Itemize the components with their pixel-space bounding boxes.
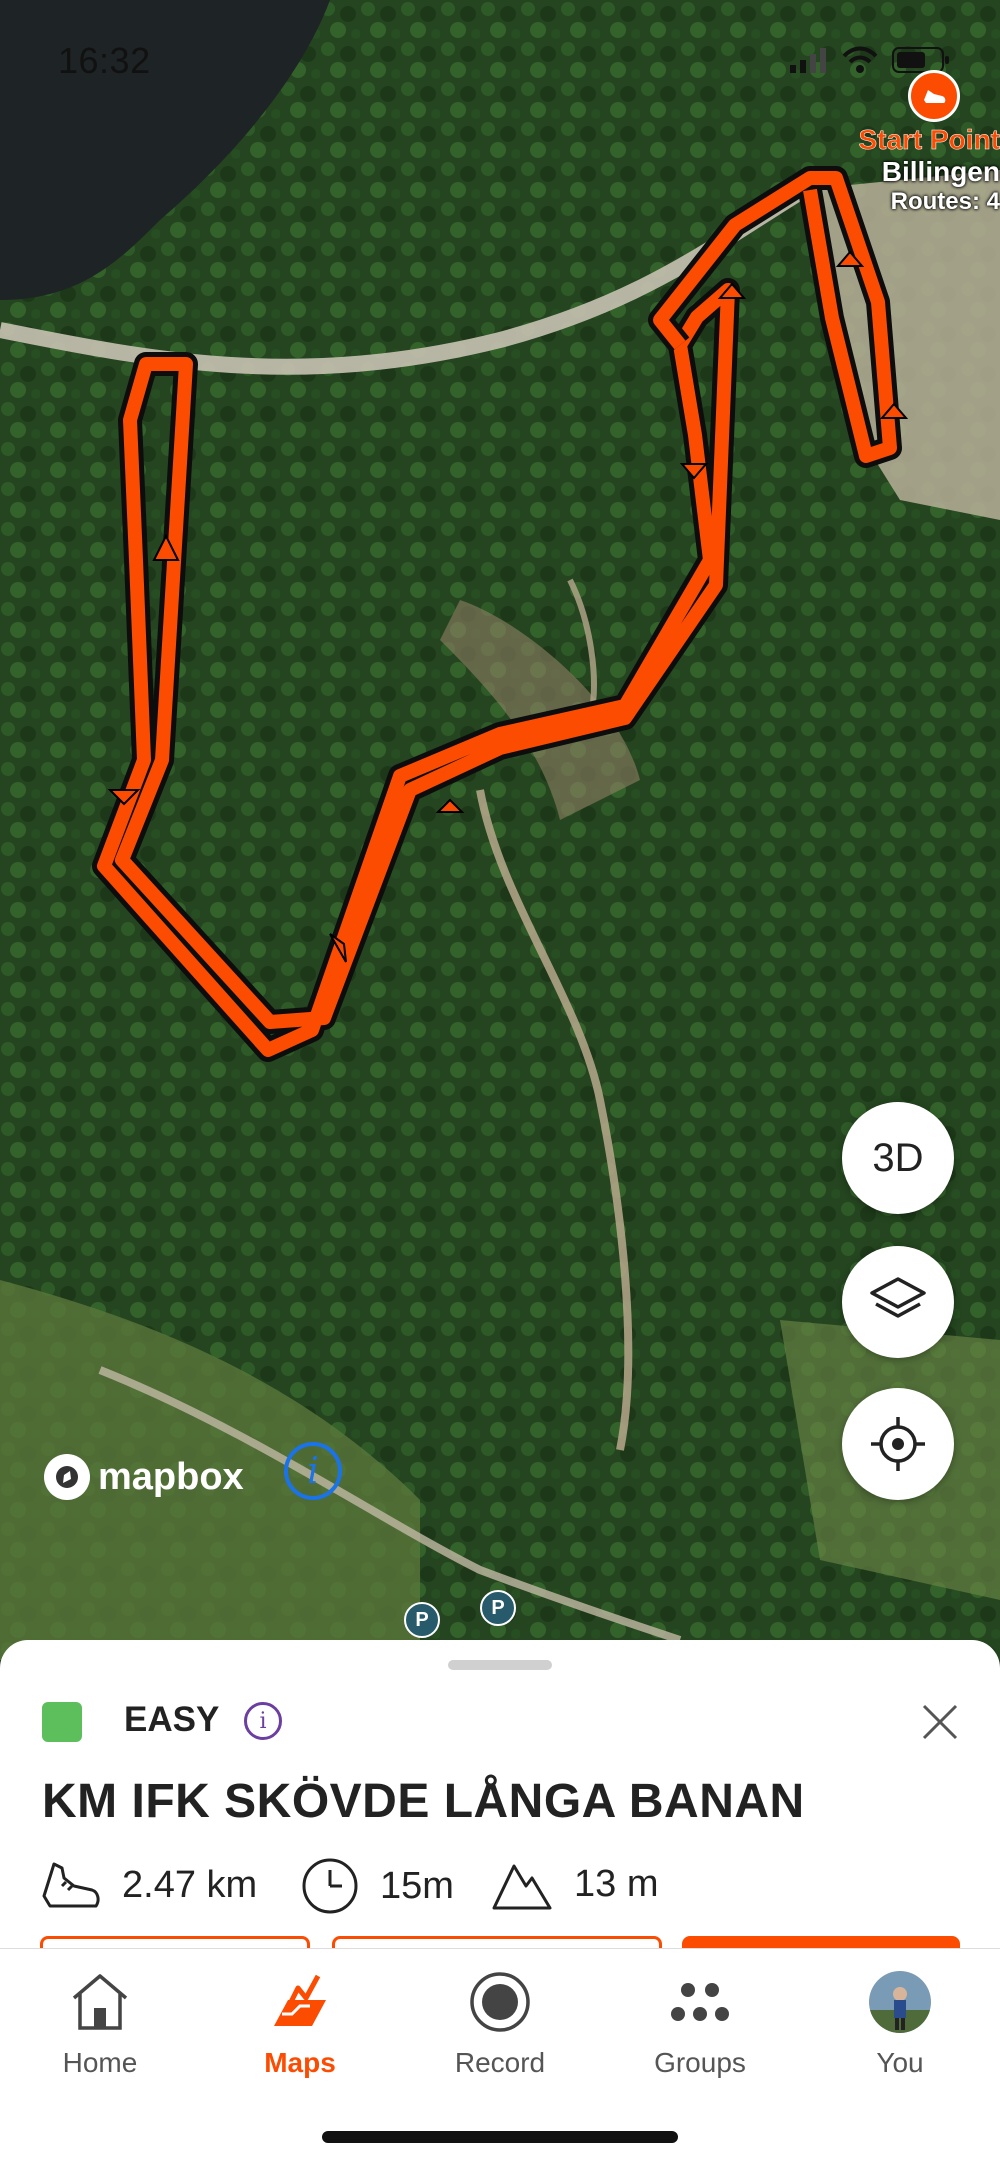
mountain-icon [492,1864,552,1910]
difficulty-info-button[interactable]: i [244,1702,282,1740]
tab-label: Home [62,2047,138,2078]
tab-record[interactable]: Record [420,1967,580,2079]
avatar [869,1971,931,2033]
crosshair-icon [871,1417,925,1471]
maps-icon [274,1974,326,2026]
tab-label: Groups [654,2047,746,2078]
shoe-icon [924,90,946,103]
elevation-stat: 13 m [490,1856,658,1912]
battery-icon [892,47,949,73]
layers-button[interactable] [842,1246,954,1358]
record-icon [470,1972,530,2032]
parking-marker[interactable]: P [480,1590,516,1626]
tab-bar: Home Maps Record Groups You [0,1948,1000,2165]
sheet-grabber[interactable] [448,1660,552,1670]
tab-maps[interactable]: Maps [220,1967,380,2079]
groups-icon [671,1983,729,2021]
3d-button[interactable]: 3D [842,1102,954,1214]
distance-value: 2.47 km [122,1863,258,1906]
status-time: 16:32 [58,40,151,81]
route-sheet: EASY i KM IFK SKÖVDE LÅNGA BANAN 2.47 km… [0,1640,1000,1950]
layers-icon [870,1277,926,1318]
elevation-value: 13 m [574,1862,659,1905]
clock-icon [302,1858,358,1914]
shoe-icon [42,1862,100,1908]
signal-icon [790,48,826,73]
start-point-title: Start Point [858,124,1000,156]
home-indicator [322,2131,678,2143]
attribution-info-button[interactable]: i [284,1442,342,1500]
tab-label: Maps [264,2047,336,2078]
start-point-label[interactable]: Start Point Billingen Routes: 4 [858,124,1000,216]
mapbox-logo: mapbox [44,1454,244,1500]
mapbox-logo-icon [44,1454,90,1500]
close-button[interactable] [916,1698,964,1746]
tab-label: You [876,2047,924,2078]
start-point-name: Billingen [881,156,1000,188]
time-value: 15m [380,1864,454,1907]
map-view[interactable]: 16:32 Start Point Billingen Routes: 4 3D [0,0,1000,1660]
tab-you[interactable]: You [820,1967,980,2079]
parking-marker[interactable]: P [404,1602,440,1638]
distance-stat: 2.47 km [40,1856,257,1914]
wifi-icon [842,46,878,73]
satellite-imagery [0,0,1000,1660]
tab-groups[interactable]: Groups [620,1967,780,2079]
difficulty-swatch [42,1702,82,1742]
difficulty-label: EASY [124,1700,220,1739]
mapbox-text: mapbox [98,1455,244,1498]
route-name: KM IFK SKÖVDE LÅNGA BANAN [42,1775,805,1828]
status-icons [790,46,950,74]
locate-button[interactable] [842,1388,954,1500]
time-stat: 15m [300,1856,454,1916]
tab-label: Record [454,2047,546,2078]
close-icon [922,1704,958,1740]
start-point-routes: Routes: 4 [890,188,1000,216]
home-icon [72,1974,128,2030]
tab-home[interactable]: Home [20,1967,180,2079]
start-point-marker[interactable] [908,70,960,122]
